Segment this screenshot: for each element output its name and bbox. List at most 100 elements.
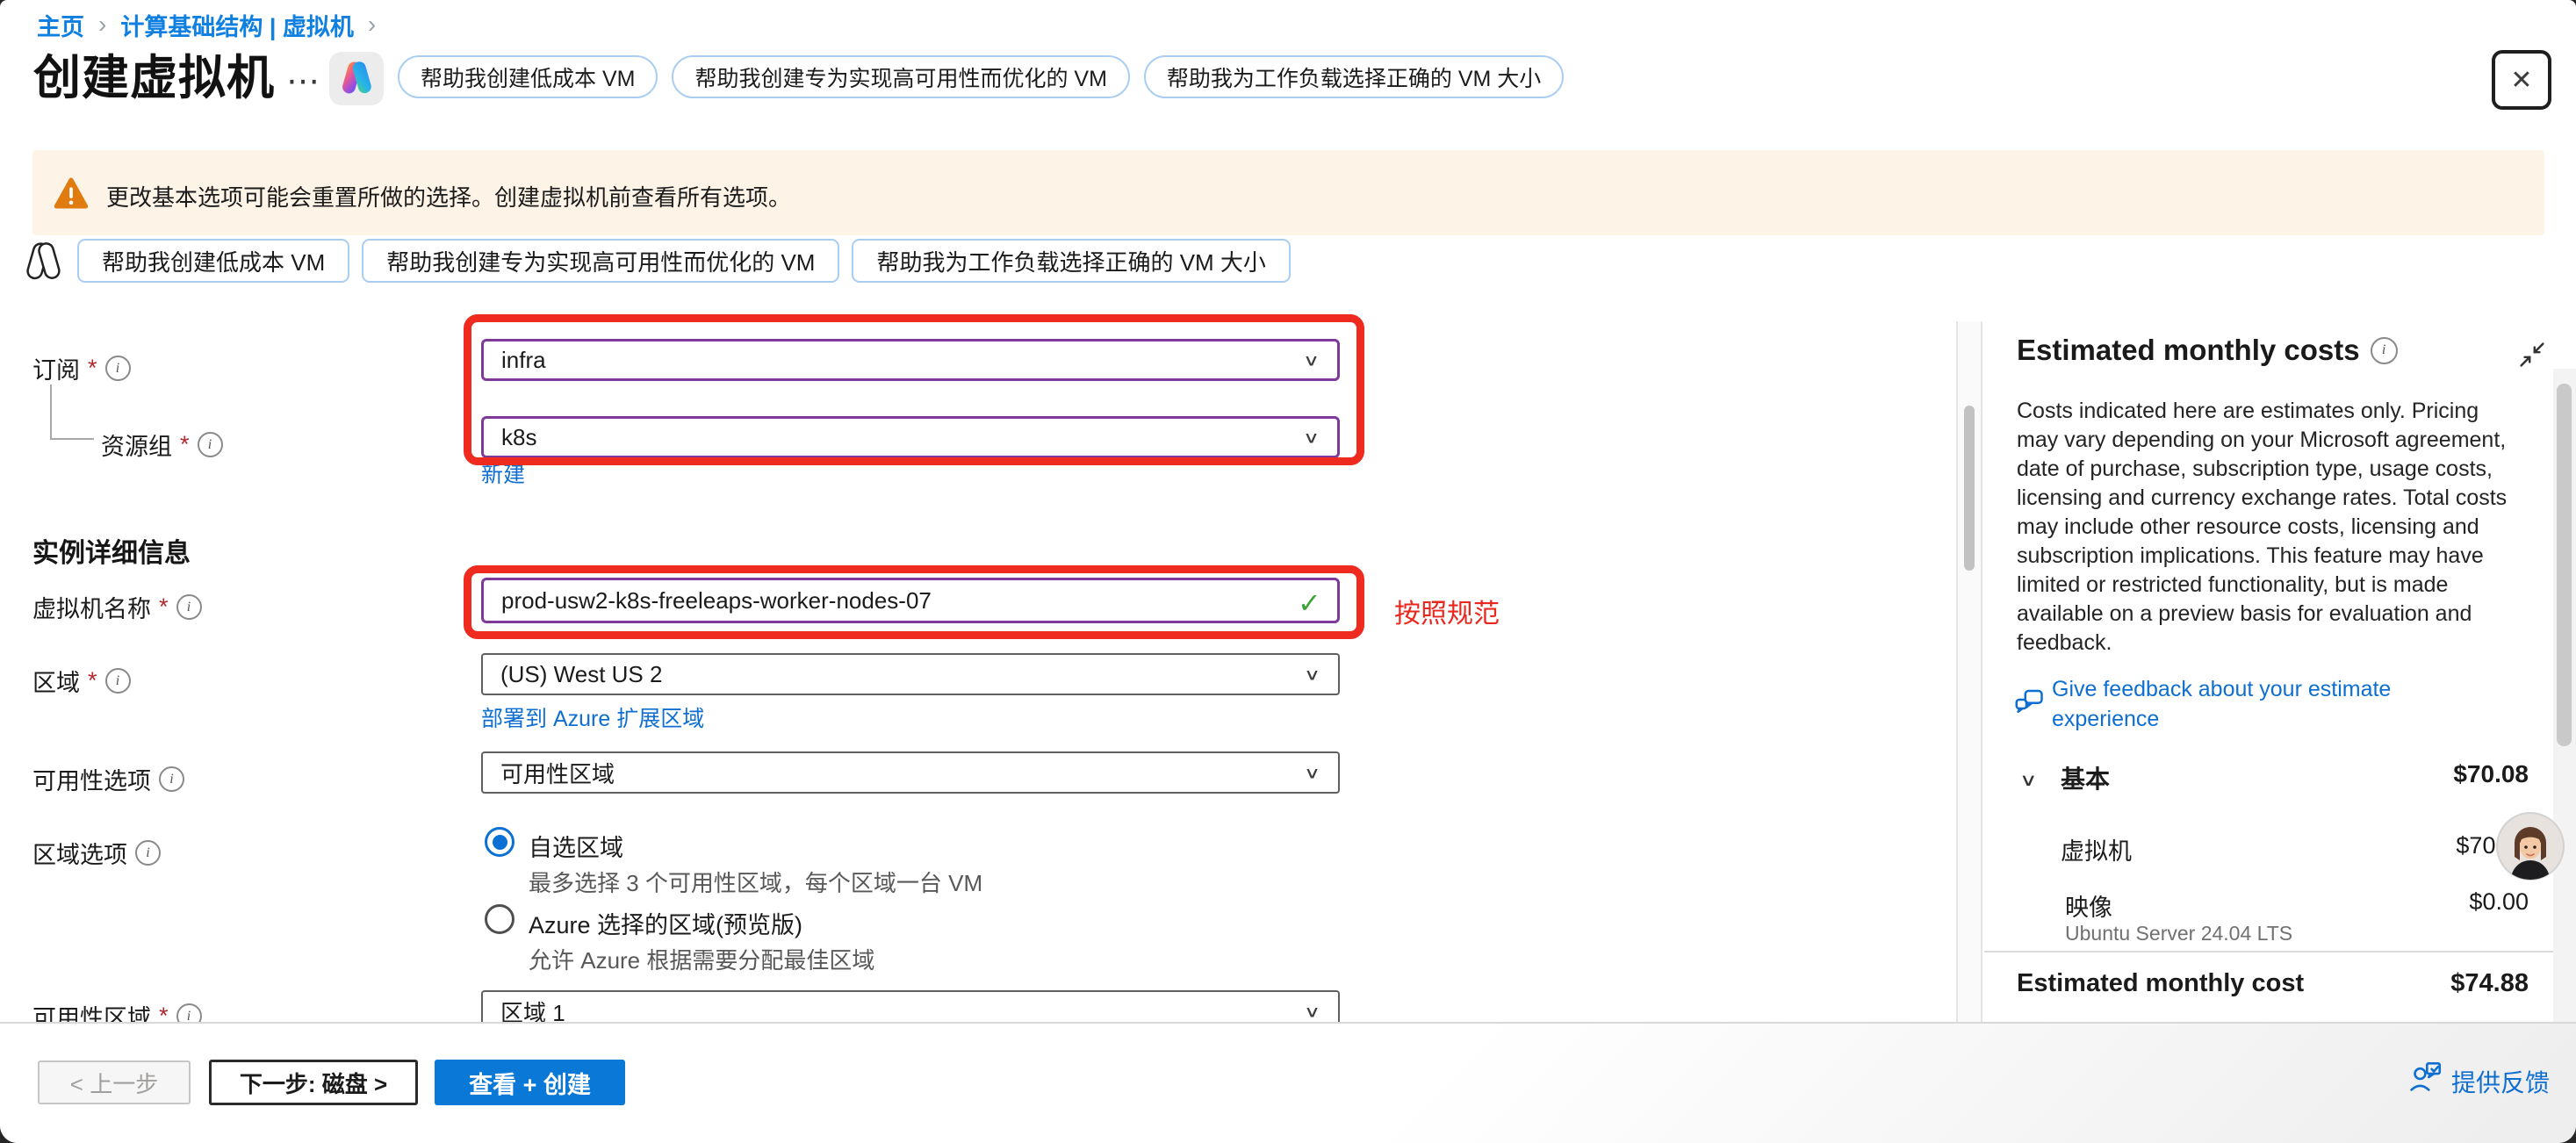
vm-name-label: 虚拟机名称 * i — [32, 590, 202, 624]
chevron-down-icon: ∨ — [1304, 763, 1320, 782]
zone-options-label-text: 区域选项 — [32, 836, 127, 870]
zone-options-label: 区域选项 i — [32, 836, 161, 870]
collapse-basic-icon[interactable]: ∨ — [2019, 770, 2038, 790]
next-step-disks-button[interactable]: 下一步: 磁盘 > — [209, 1060, 418, 1105]
radio-azure-selected-zones-description: 允许 Azure 根据需要分配最佳区域 — [529, 943, 874, 975]
assist-low-cost-vm-button[interactable]: 帮助我创建低成本 VM — [398, 55, 658, 98]
create-new-resource-group-link[interactable]: 新建 — [481, 457, 525, 489]
info-icon[interactable]: i — [198, 432, 223, 457]
validation-check-icon: ✓ — [1298, 586, 1321, 620]
deploy-extended-zones-link[interactable]: 部署到 Azure 扩展区域 — [481, 701, 704, 733]
cost-row-image-label: 映像 — [2065, 888, 2112, 923]
region-value: (US) West US 2 — [500, 661, 662, 688]
required-mark: * — [88, 355, 97, 382]
avatar[interactable] — [2495, 811, 2565, 881]
breadcrumb-home-link[interactable]: 主页 — [37, 8, 84, 42]
info-icon[interactable]: i — [2371, 337, 2398, 364]
warning-text: 更改基本选项可能会重置所做的选择。创建虚拟机前查看所有选项。 — [106, 180, 791, 212]
region-label-text: 区域 — [32, 664, 80, 698]
cost-row-basic-value: $70.08 — [2318, 760, 2529, 788]
subscription-label-text: 订阅 — [32, 351, 80, 385]
more-options-icon[interactable]: ⋯ — [286, 61, 323, 101]
resource-group-value: k8s — [501, 424, 536, 451]
main-scrollbar-thumb[interactable] — [1964, 406, 1975, 571]
cost-total-label: Estimated monthly cost — [2017, 969, 2304, 998]
assist-low-cost-vm-button[interactable]: 帮助我创建低成本 VM — [77, 239, 349, 283]
page-title: 创建虚拟机 — [33, 39, 275, 108]
warning-banner: 更改基本选项可能会重置所做的选择。创建虚拟机前查看所有选项。 — [32, 150, 2544, 235]
chevron-down-icon: ∨ — [1303, 428, 1320, 447]
copilot-icon — [338, 61, 375, 97]
region-label: 区域 * i — [32, 664, 131, 698]
previous-step-button[interactable]: < 上一步 — [38, 1060, 191, 1104]
tree-connector-vertical — [50, 385, 52, 439]
breadcrumb-section-link[interactable]: 计算基础结构 | 虚拟机 — [120, 8, 354, 42]
availability-options-dropdown[interactable]: 可用性区域 ∨ — [481, 751, 1340, 794]
region-dropdown[interactable]: (US) West US 2 ∨ — [481, 653, 1340, 695]
avatar-image — [2495, 811, 2565, 881]
info-icon[interactable]: i — [159, 766, 184, 792]
subscription-value: infra — [501, 347, 546, 374]
close-icon: ✕ — [2510, 65, 2532, 96]
cost-row-basic-label[interactable]: 基本 — [2061, 760, 2110, 795]
warning-icon — [54, 176, 89, 210]
info-icon[interactable]: i — [176, 594, 202, 620]
review-create-button[interactable]: 查看 + 创建 — [435, 1060, 625, 1105]
required-mark: * — [159, 593, 169, 621]
footer-bar: < 上一步 下一步: 磁盘 > 查看 + 创建 提供反馈 — [0, 1022, 2576, 1143]
collapse-panel-icon[interactable] — [2516, 339, 2548, 370]
availability-options-label: 可用性选项 i — [32, 762, 184, 796]
cost-row-image-sub: Ubuntu Server 24.04 LTS — [2065, 922, 2292, 945]
resource-group-label-text: 资源组 — [101, 428, 172, 462]
feedback-person-icon — [2407, 1059, 2444, 1096]
section-title-instance-details: 实例详细信息 — [32, 531, 191, 570]
info-icon[interactable]: i — [105, 668, 131, 694]
availability-options-label-text: 可用性选项 — [32, 762, 151, 796]
chevron-down-icon: ∨ — [1304, 665, 1320, 684]
copilot-outline-icon — [23, 242, 63, 283]
radio-dot — [493, 835, 507, 850]
radio-self-selected-zones-label[interactable]: 自选区域 — [529, 829, 623, 863]
cost-panel-header: Estimated monthly costs i — [2017, 334, 2398, 367]
info-icon[interactable]: i — [135, 840, 161, 866]
annotation-note: 按照规范 — [1394, 592, 1500, 630]
info-icon[interactable]: i — [105, 356, 131, 381]
cost-row-image-value: $0.00 — [2318, 888, 2529, 916]
availability-options-value: 可用性区域 — [500, 757, 615, 789]
radio-azure-selected-zones-label[interactable]: Azure 选择的区域(预览版) — [529, 906, 802, 940]
resource-group-dropdown[interactable]: k8s ∨ — [481, 416, 1340, 458]
cost-panel-title: Estimated monthly costs — [2017, 334, 2360, 367]
resource-group-label: 资源组 * i — [101, 428, 223, 462]
cost-panel-divider — [1984, 951, 2553, 952]
copilot-badge[interactable] — [329, 52, 384, 105]
panel-scrollbar-thumb[interactable] — [2557, 384, 2572, 746]
subscription-dropdown[interactable]: infra ∨ — [481, 339, 1340, 381]
subscription-label: 订阅 * i — [32, 351, 131, 385]
assist-high-availability-vm-button[interactable]: 帮助我创建专为实现高可用性而优化的 VM — [672, 55, 1129, 98]
vm-name-input[interactable] — [481, 578, 1340, 623]
vm-name-label-text: 虚拟机名称 — [32, 590, 151, 624]
give-feedback-link[interactable]: 提供反馈 — [2451, 1064, 2550, 1099]
close-button[interactable]: ✕ — [2492, 50, 2551, 110]
copilot-suggestions-top: 帮助我创建低成本 VM 帮助我创建专为实现高可用性而优化的 VM 帮助我为工作负… — [398, 55, 1564, 98]
breadcrumb-separator-icon: › — [98, 11, 106, 39]
tree-connector-horizontal — [50, 438, 94, 440]
assist-high-availability-vm-button[interactable]: 帮助我创建专为实现高可用性而优化的 VM — [362, 239, 839, 283]
required-mark: * — [88, 667, 97, 694]
cost-panel-description: Costs indicated here are estimates only.… — [2017, 397, 2514, 658]
required-mark: * — [180, 431, 190, 458]
create-vm-page: 主页 › 计算基础结构 | 虚拟机 › 创建虚拟机 ⋯ 帮助我创建低成本 VM — [0, 0, 2576, 1143]
radio-azure-selected-zones[interactable] — [485, 904, 514, 934]
copilot-suggestions-inline: 帮助我创建低成本 VM 帮助我创建专为实现高可用性而优化的 VM 帮助我为工作负… — [77, 239, 1291, 283]
assist-right-size-vm-button[interactable]: 帮助我为工作负载选择正确的 VM 大小 — [1144, 55, 1564, 98]
radio-self-selected-zones[interactable] — [485, 827, 514, 857]
radio-self-selected-zones-description: 最多选择 3 个可用性区域，每个区域一台 VM — [529, 866, 982, 898]
breadcrumb-separator-icon: › — [368, 11, 376, 39]
chevron-down-icon: ∨ — [1303, 350, 1320, 370]
assist-right-size-vm-button[interactable]: 帮助我为工作负载选择正确的 VM 大小 — [852, 239, 1290, 283]
breadcrumb: 主页 › 计算基础结构 | 虚拟机 › — [37, 9, 376, 40]
chevron-down-icon: ∨ — [1304, 1002, 1320, 1021]
estimate-feedback-link[interactable]: Give feedback about your estimate experi… — [2052, 674, 2491, 734]
cost-row-vm-label: 虚拟机 — [2061, 832, 2132, 866]
feedback-bubbles-icon — [2013, 687, 2048, 722]
